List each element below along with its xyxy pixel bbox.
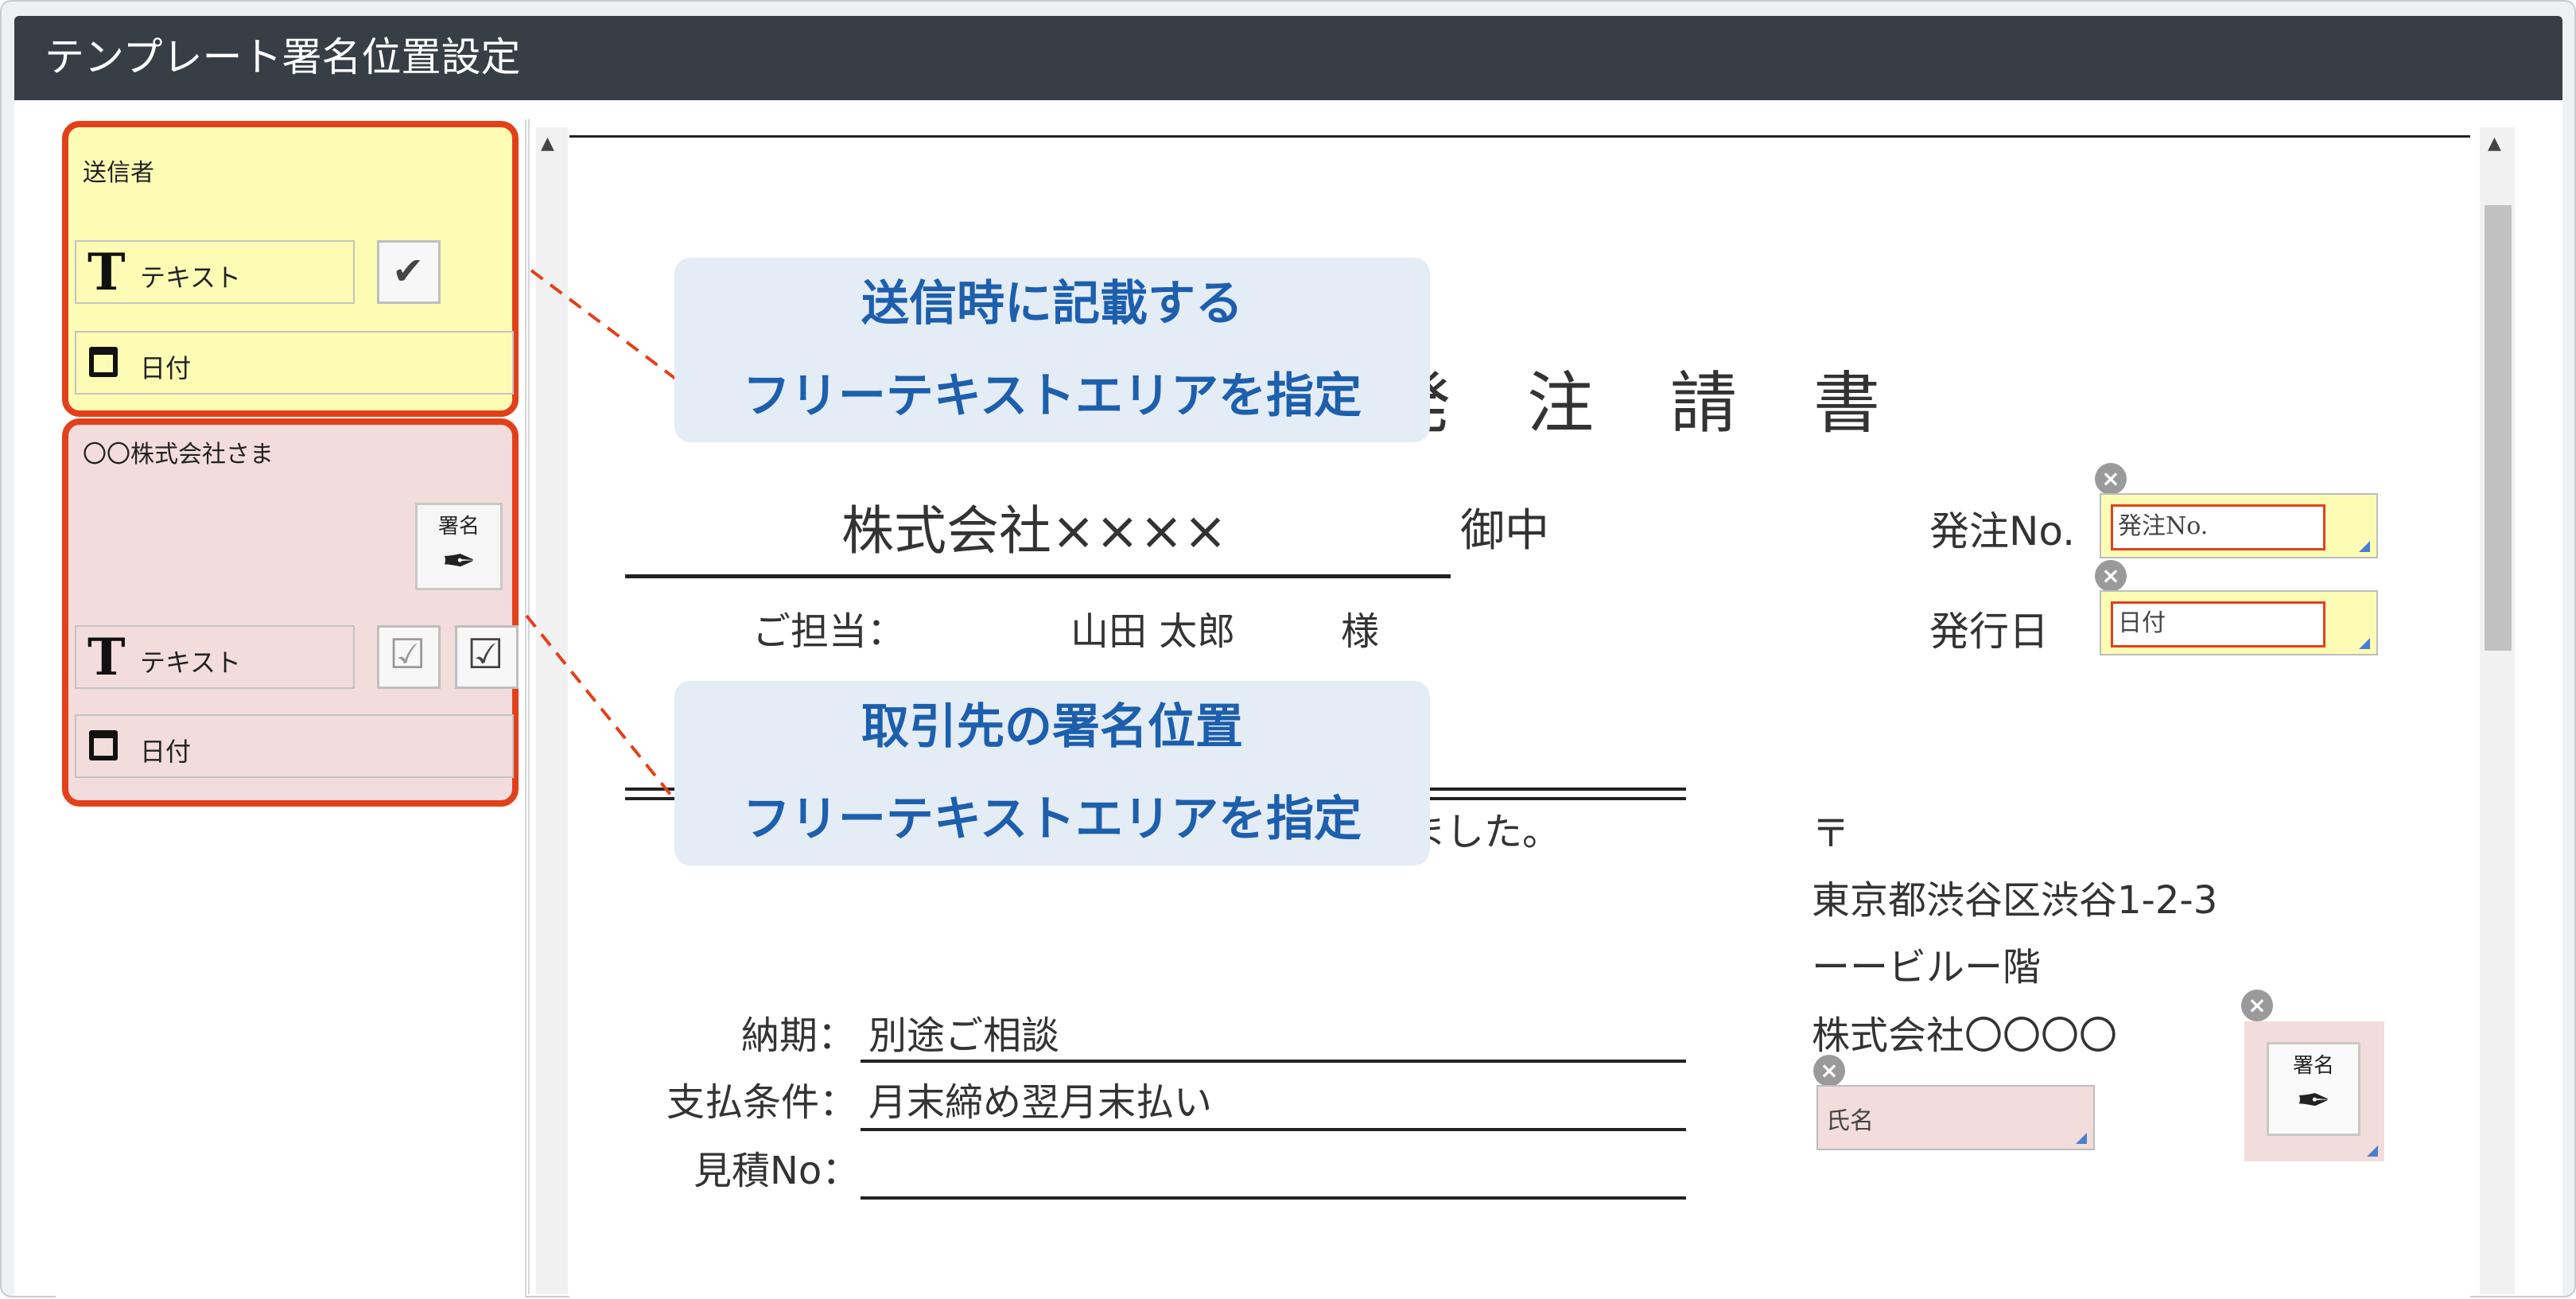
callout-sender-line1: 送信時に記載する (861, 276, 1243, 332)
callout-client-line1: 取引先の署名位置 (861, 699, 1243, 755)
connector-top (530, 269, 679, 382)
connector-bottom (525, 614, 679, 805)
callout-sender-line2: フリーテキストエリアを指定 (742, 368, 1362, 424)
callout-sender: 送信時に記載する フリーテキストエリアを指定 (674, 258, 1430, 442)
callout-client-line2: フリーテキストエリアを指定 (742, 791, 1362, 847)
callout-client: 取引先の署名位置 フリーテキストエリアを指定 (674, 681, 1430, 865)
callout-connectors (525, 269, 679, 805)
